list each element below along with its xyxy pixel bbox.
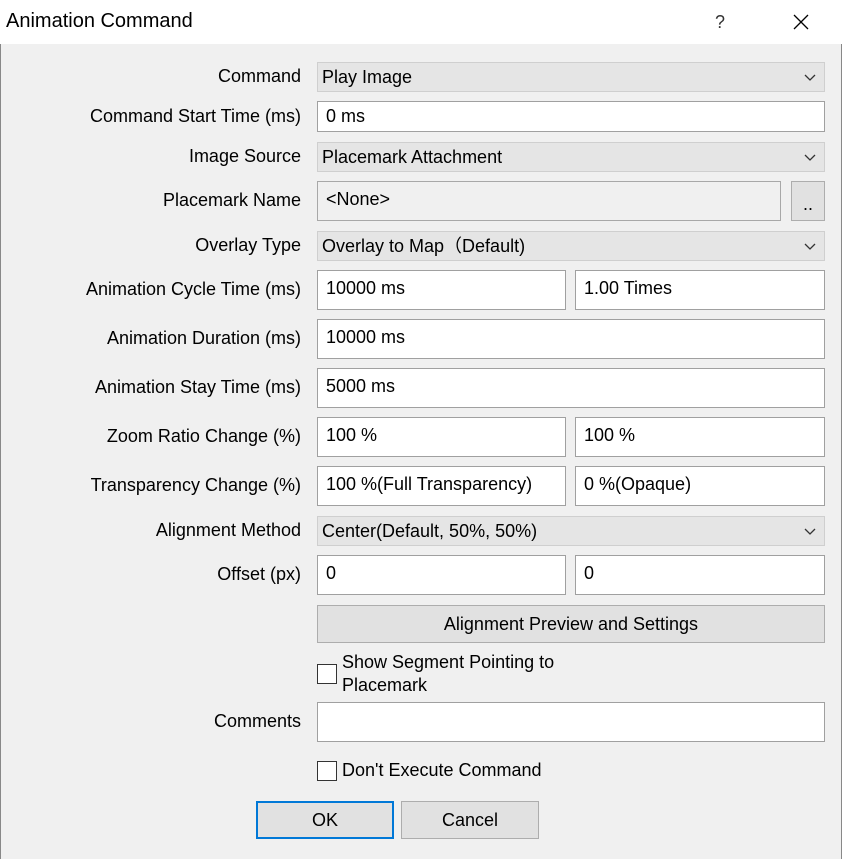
chevron-down-icon <box>804 154 816 161</box>
command-select[interactable]: Play Image <box>317 62 825 92</box>
duration-label: Animation Duration (ms) <box>106 328 301 348</box>
comments-input[interactable] <box>317 702 825 742</box>
offset-y-input[interactable]: 0 <box>575 555 825 595</box>
cycle-times-input[interactable]: 1.00 Times <box>575 270 825 310</box>
alignment-preview-button[interactable]: Alignment Preview and Settings <box>317 605 825 643</box>
start-time-input[interactable]: 0 ms <box>317 101 825 132</box>
placemark-browse-button[interactable]: .. <box>791 181 825 221</box>
transparency-start-input[interactable]: 100 %(Full Transparency) <box>317 466 566 506</box>
chevron-down-icon <box>804 528 816 535</box>
transparency-label: Transparency Change (%) <box>90 475 301 495</box>
image-source-label: Image Source <box>188 146 301 166</box>
command-value: Play Image <box>322 67 413 87</box>
offset-x-input[interactable]: 0 <box>317 555 566 595</box>
show-segment-label-line1: Show Segment Pointing to <box>342 652 555 672</box>
placemark-name-label: Placemark Name <box>162 190 301 210</box>
cycle-time-input[interactable]: 10000 ms <box>317 270 566 310</box>
placemark-name-field: <None> <box>317 181 781 221</box>
alignment-select[interactable]: Center(Default, 50%, 50%) <box>317 516 825 546</box>
image-source-value: Placemark Attachment <box>322 147 503 167</box>
ok-button[interactable]: OK <box>256 801 394 839</box>
title-bar: Animation Command ? <box>0 0 842 44</box>
transparency-end-input[interactable]: 0 %(Opaque) <box>575 466 825 506</box>
close-icon <box>793 14 809 30</box>
chevron-down-icon <box>804 74 816 81</box>
window-title: Animation Command <box>6 10 193 32</box>
alignment-label: Alignment Method <box>155 520 301 540</box>
show-segment-label-line2: Placemark <box>342 675 428 695</box>
help-button[interactable]: ? <box>700 0 740 44</box>
zoom-end-input[interactable]: 100 % <box>575 417 825 457</box>
chevron-down-icon <box>804 243 816 250</box>
dont-execute-label: Don't Execute Command <box>342 760 542 780</box>
stay-time-input[interactable]: 5000 ms <box>317 368 825 408</box>
overlay-type-select[interactable]: Overlay to Map（Default) <box>317 231 825 261</box>
offset-label: Offset (px) <box>217 564 301 584</box>
dialog-body: Command Play Image Command Start Time (m… <box>0 44 842 859</box>
stay-time-label: Animation Stay Time (ms) <box>94 377 301 397</box>
overlay-type-value: Overlay to Map（Default) <box>322 236 526 256</box>
image-source-select[interactable]: Placemark Attachment <box>317 142 825 172</box>
help-icon: ? <box>714 11 725 32</box>
overlay-type-label: Overlay Type <box>195 235 301 255</box>
cycle-time-label: Animation Cycle Time (ms) <box>85 279 301 299</box>
duration-input[interactable]: 10000 ms <box>317 319 825 359</box>
start-time-label: Command Start Time (ms) <box>89 106 301 126</box>
show-segment-checkbox[interactable] <box>317 664 337 684</box>
close-button[interactable] <box>780 0 822 44</box>
zoom-start-input[interactable]: 100 % <box>317 417 566 457</box>
alignment-value: Center(Default, 50%, 50%) <box>322 521 538 541</box>
command-label: Command <box>217 66 301 86</box>
comments-label: Comments <box>213 711 301 731</box>
cancel-button[interactable]: Cancel <box>401 801 539 839</box>
dont-execute-checkbox[interactable] <box>317 761 337 781</box>
zoom-ratio-label: Zoom Ratio Change (%) <box>106 426 301 446</box>
